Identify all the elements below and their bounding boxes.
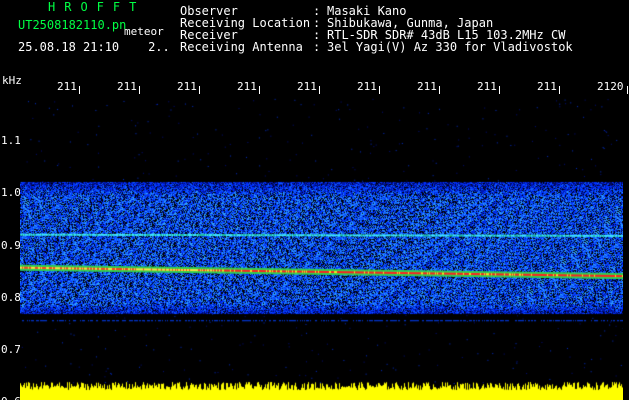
- y-tick-label: 0.6: [1, 395, 21, 400]
- x-tick: [379, 86, 380, 94]
- x-tick-label: 211: [177, 80, 197, 93]
- x-tick: [139, 86, 140, 94]
- y-tick-label: 0.9: [1, 238, 21, 252]
- y-tick-label: 0.8: [1, 290, 21, 304]
- x-tick: [627, 86, 628, 94]
- x-tick: [79, 86, 80, 94]
- x-tick-label: 211: [477, 80, 497, 93]
- x-tick-label: 211: [357, 80, 377, 93]
- y-axis-unit: kHz: [2, 74, 22, 87]
- x-tick-label: 211: [537, 80, 557, 93]
- timestamp: 25.08.18 21:10 2..: [18, 40, 170, 54]
- metadata-labels: Observer Receiving Location Receiver Rec…: [180, 5, 310, 53]
- x-tick-label: 211: [117, 80, 137, 93]
- metadata-colons: : : : :: [313, 5, 320, 53]
- waterfall-canvas: [20, 96, 623, 400]
- y-tick-label: 0.7: [1, 342, 21, 356]
- waterfall-plot: [20, 96, 623, 400]
- file-suffix: meteor: [124, 25, 164, 38]
- app-brand-title: HROFFT: [48, 0, 146, 14]
- metadata-values: Masaki Kano Shibukawa, Gunma, Japan RTL-…: [327, 5, 573, 53]
- x-tick-label: 211: [237, 80, 257, 93]
- x-tick-label: 2120: [597, 80, 624, 93]
- y-tick-label: 1.0: [1, 186, 21, 200]
- x-tick: [439, 86, 440, 94]
- spectrogram-window: { "header": { "brand": "HROFFT", "file_n…: [0, 0, 629, 400]
- meta-value-antenna: 3el Yagi(V) Az 330 for Vladivostok: [327, 40, 573, 54]
- x-tick-label: 211: [57, 80, 77, 93]
- x-tick: [199, 86, 200, 94]
- meta-label-antenna: Receiving Antenna: [180, 40, 303, 54]
- file-name: UT2508182110.pn: [18, 18, 127, 32]
- x-tick: [559, 86, 560, 94]
- x-tick-label: 211: [297, 80, 317, 93]
- page-index: 2..: [148, 40, 170, 54]
- x-tick: [259, 86, 260, 94]
- y-tick-label: 1.1: [1, 134, 21, 148]
- x-tick: [319, 86, 320, 94]
- meta-colon: :: [313, 40, 321, 54]
- x-tick-label: 211: [417, 80, 437, 93]
- x-tick: [499, 86, 500, 94]
